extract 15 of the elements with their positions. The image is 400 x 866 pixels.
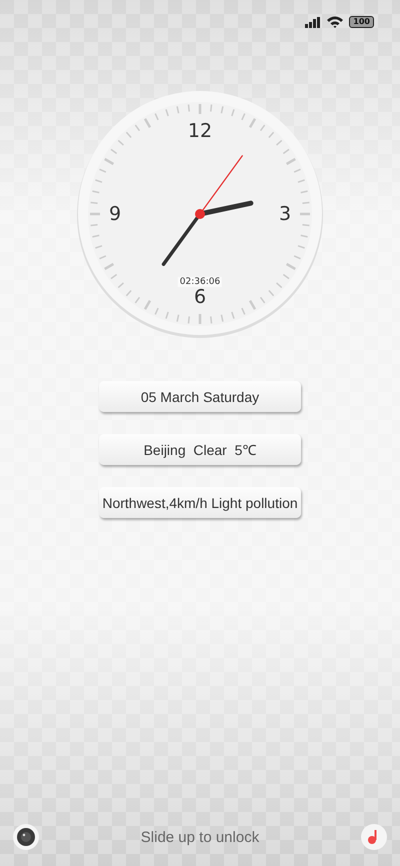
battery-icon: 100: [349, 16, 374, 28]
clock-numeral: 9: [108, 203, 122, 225]
signal-icon: [305, 16, 322, 28]
clock-pivot: [195, 209, 205, 219]
camera-icon[interactable]: [13, 824, 39, 850]
wifi-icon: [327, 16, 344, 28]
clock-numeral: 6: [194, 286, 206, 308]
clock-numeral: 3: [278, 203, 292, 225]
clock-numeral: 12: [188, 120, 212, 142]
info-label: Beijing Clear 5℃: [99, 434, 301, 465]
info-label: Northwest,4km/h Light pollution: [99, 487, 301, 518]
unlock-hint: Slide up to unlock: [140, 828, 260, 846]
digital-time: 02:36:06: [178, 277, 222, 287]
music-note-icon[interactable]: [360, 824, 387, 850]
info-label: 05 March Saturday: [99, 381, 301, 412]
